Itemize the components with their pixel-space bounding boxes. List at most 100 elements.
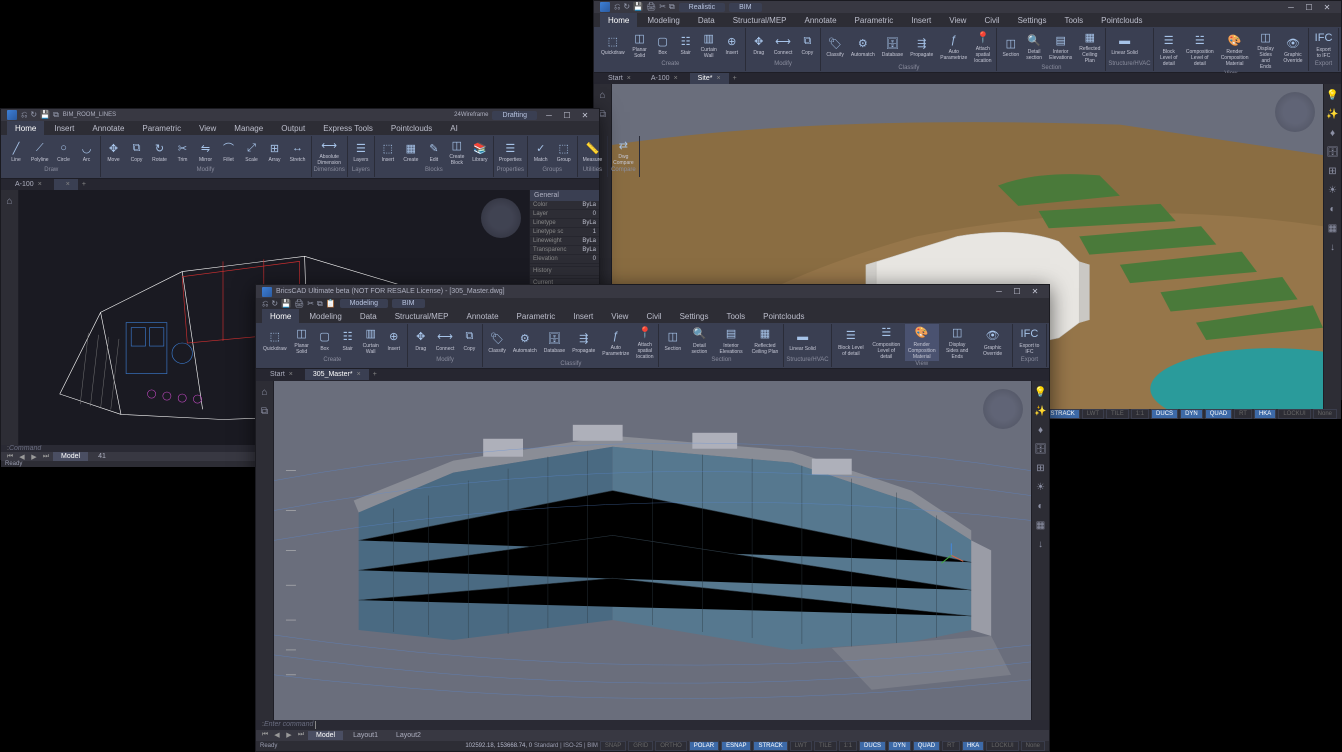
qat-icon[interactable]: ↻ [623, 2, 630, 12]
layout-tab[interactable]: Model [53, 452, 88, 461]
property-row[interactable]: ColorByLa [530, 201, 599, 210]
qat-icon[interactable]: 🖨 [294, 299, 304, 309]
ribbon-array[interactable]: ⊞Array [264, 139, 286, 164]
menu-tab-data[interactable]: Data [690, 13, 723, 27]
workspace-selector[interactable]: BIM [729, 3, 761, 12]
layout-nav-button[interactable]: ▶ [284, 731, 294, 739]
menu-tab-modeling[interactable]: Modeling [639, 13, 687, 27]
close-tab-icon[interactable]: × [289, 371, 293, 378]
ribbon-drag[interactable]: ✥Drag [748, 32, 770, 57]
ribbon-create[interactable]: ▦Create [400, 139, 422, 164]
layout-nav-button[interactable]: ▶ [29, 453, 39, 461]
panel-toggle-icon[interactable]: ✨ [1034, 406, 1046, 417]
menu-tab-parametric[interactable]: Parametric [134, 121, 189, 135]
status-toggle-1:1[interactable]: 1:1 [839, 741, 857, 751]
ribbon-layers[interactable]: ☰Layers [350, 139, 372, 164]
menu-tab-annotate[interactable]: Annotate [459, 309, 507, 323]
doc-tab[interactable]: Start× [262, 369, 301, 380]
minimize-button[interactable]: ─ [541, 109, 557, 121]
menu-tab-view[interactable]: View [603, 309, 636, 323]
menu-tab-civil[interactable]: Civil [976, 13, 1007, 27]
ribbon-classify[interactable]: 🏷Classify [485, 330, 509, 355]
menu-tab-structuralmep[interactable]: Structural/MEP [725, 13, 795, 27]
ribbon-automatch[interactable]: ⚙Automatch [848, 34, 878, 59]
ribbon-display-sides-and-ends[interactable]: ◫Display Sides and Ends [1252, 28, 1278, 71]
qat-icon[interactable]: ⎌ [614, 2, 620, 12]
qat-icon[interactable]: ⧉ [669, 2, 675, 12]
qat-icon[interactable]: 🖨 [646, 2, 656, 12]
qat-icon[interactable]: ⎌ [262, 299, 268, 309]
qat-icon[interactable]: ✂ [659, 2, 666, 12]
doc-tab[interactable]: A-100× [7, 179, 50, 190]
layout-nav-button[interactable]: ⏮ [5, 453, 15, 461]
qat-icon[interactable]: ⧉ [53, 110, 59, 120]
ribbon-library[interactable]: 📚Library [469, 139, 491, 164]
ribbon-database[interactable]: 🗄Database [879, 34, 906, 59]
ribbon-absolute-dimension[interactable]: ⟷Absolute Dimension [314, 136, 345, 167]
ribbon-drag[interactable]: ✥Drag [410, 328, 432, 353]
qat-icon[interactable]: ✂ [307, 299, 314, 309]
close-tab-icon[interactable]: × [357, 371, 361, 378]
panel-toggle-icon[interactable]: ♦ [1330, 128, 1335, 139]
ribbon-polyline[interactable]: ⟋Polyline [28, 139, 52, 164]
ribbon-render-composition-material[interactable]: 🎨Render Composition Material [1218, 31, 1252, 68]
maximize-button[interactable]: ☐ [1301, 1, 1317, 13]
ribbon-auto-parametrize[interactable]: ƒAuto Parametrize [937, 31, 970, 62]
ribbon-detail-section[interactable]: 🔍Detail section [685, 325, 713, 356]
doc-tab[interactable]: 305_Master*× [305, 369, 369, 380]
panel-toggle-icon[interactable]: ⊞ [1036, 463, 1044, 474]
status-toggle-none[interactable]: None [1021, 741, 1045, 751]
menu-tab-modeling[interactable]: Modeling [301, 309, 349, 323]
panel-toggle-icon[interactable]: ☀ [1328, 185, 1337, 196]
ribbon-insert[interactable]: ⊕Insert [721, 32, 743, 57]
close-button[interactable]: ✕ [577, 109, 593, 121]
property-row[interactable]: TransparencByLa [530, 246, 599, 255]
layout-tab[interactable]: Layout1 [345, 731, 386, 740]
property-row[interactable]: Linetype sc1 [530, 228, 599, 237]
view-cube[interactable] [983, 389, 1023, 429]
titlebar[interactable]: ⎌↻ 💾⧉ BIM_ROOM_LINES 24Wireframe Draftin… [1, 109, 599, 121]
maximize-button[interactable]: ☐ [559, 109, 575, 121]
ribbon-insert[interactable]: ⬚Insert [377, 139, 399, 164]
menu-tab-settings[interactable]: Settings [672, 309, 717, 323]
close-tab-icon[interactable]: × [716, 75, 720, 82]
ribbon-automatch[interactable]: ⚙Automatch [510, 330, 540, 355]
status-toggle-dyn[interactable]: DYN [1180, 409, 1203, 419]
status-toggle-ducs[interactable]: DUCS [1151, 409, 1178, 419]
menu-tab-view[interactable]: View [941, 13, 974, 27]
ribbon-quickdraw[interactable]: ⬚Quickdraw [598, 32, 628, 57]
layout-nav-button[interactable]: ⏭ [296, 731, 306, 739]
panel-toggle-icon[interactable]: ◐ [1329, 204, 1335, 215]
layout-nav-button[interactable]: ◀ [17, 453, 27, 461]
status-toggle-grid[interactable]: GRID [628, 741, 653, 751]
menu-tab-annotate[interactable]: Annotate [84, 121, 132, 135]
quick-access-toolbar[interactable]: ⎌↻ 💾🖨 ✂⧉ [614, 2, 675, 12]
layout-tab[interactable]: Model [308, 731, 343, 740]
ribbon-reflected-ceiling-plan[interactable]: ▦Reflected Ceiling Plan [1076, 28, 1103, 65]
ribbon-match[interactable]: ✓Match [530, 139, 552, 164]
ribbon-composition-level-of-detail[interactable]: ☱Composition Level of detail [1183, 31, 1217, 68]
property-row[interactable]: LinetypeByLa [530, 219, 599, 228]
workspace-selector[interactable]: BIM [392, 299, 424, 308]
property-row[interactable]: History [530, 267, 599, 276]
menu-tab-data[interactable]: Data [352, 309, 385, 323]
menu-tab-pointclouds[interactable]: Pointclouds [383, 121, 440, 135]
ribbon-arc[interactable]: ◡Arc [76, 139, 98, 164]
panel-toggle-icon[interactable]: 💡 [1034, 387, 1046, 398]
ribbon-connect[interactable]: ⟷Connect [771, 32, 796, 57]
ribbon-quickdraw[interactable]: ⬚Quickdraw [260, 328, 290, 353]
ribbon-measure[interactable]: 📏Measure [580, 139, 605, 164]
new-tab-button[interactable]: + [733, 75, 737, 82]
ribbon-stair[interactable]: ☷Stair [337, 328, 359, 353]
ribbon-graphic-override[interactable]: 👁Graphic Override [975, 327, 1009, 358]
status-toggle-hka[interactable]: HKA [1254, 409, 1276, 419]
panel-toggle-icon[interactable]: ⧉ [261, 406, 268, 417]
ribbon-block-level-of-detail[interactable]: ☰Block Level of detail [1156, 31, 1182, 68]
doc-tab[interactable]: Site*× [690, 73, 729, 84]
panel-toggle-icon[interactable]: 💡 [1326, 90, 1338, 101]
minimize-button[interactable]: ─ [991, 286, 1007, 298]
panel-toggle-icon[interactable]: ↓ [1038, 539, 1043, 550]
close-button[interactable]: ✕ [1027, 286, 1043, 298]
qat-icon[interactable]: 💾 [633, 2, 643, 12]
view-mode[interactable]: 24Wireframe [454, 112, 488, 118]
